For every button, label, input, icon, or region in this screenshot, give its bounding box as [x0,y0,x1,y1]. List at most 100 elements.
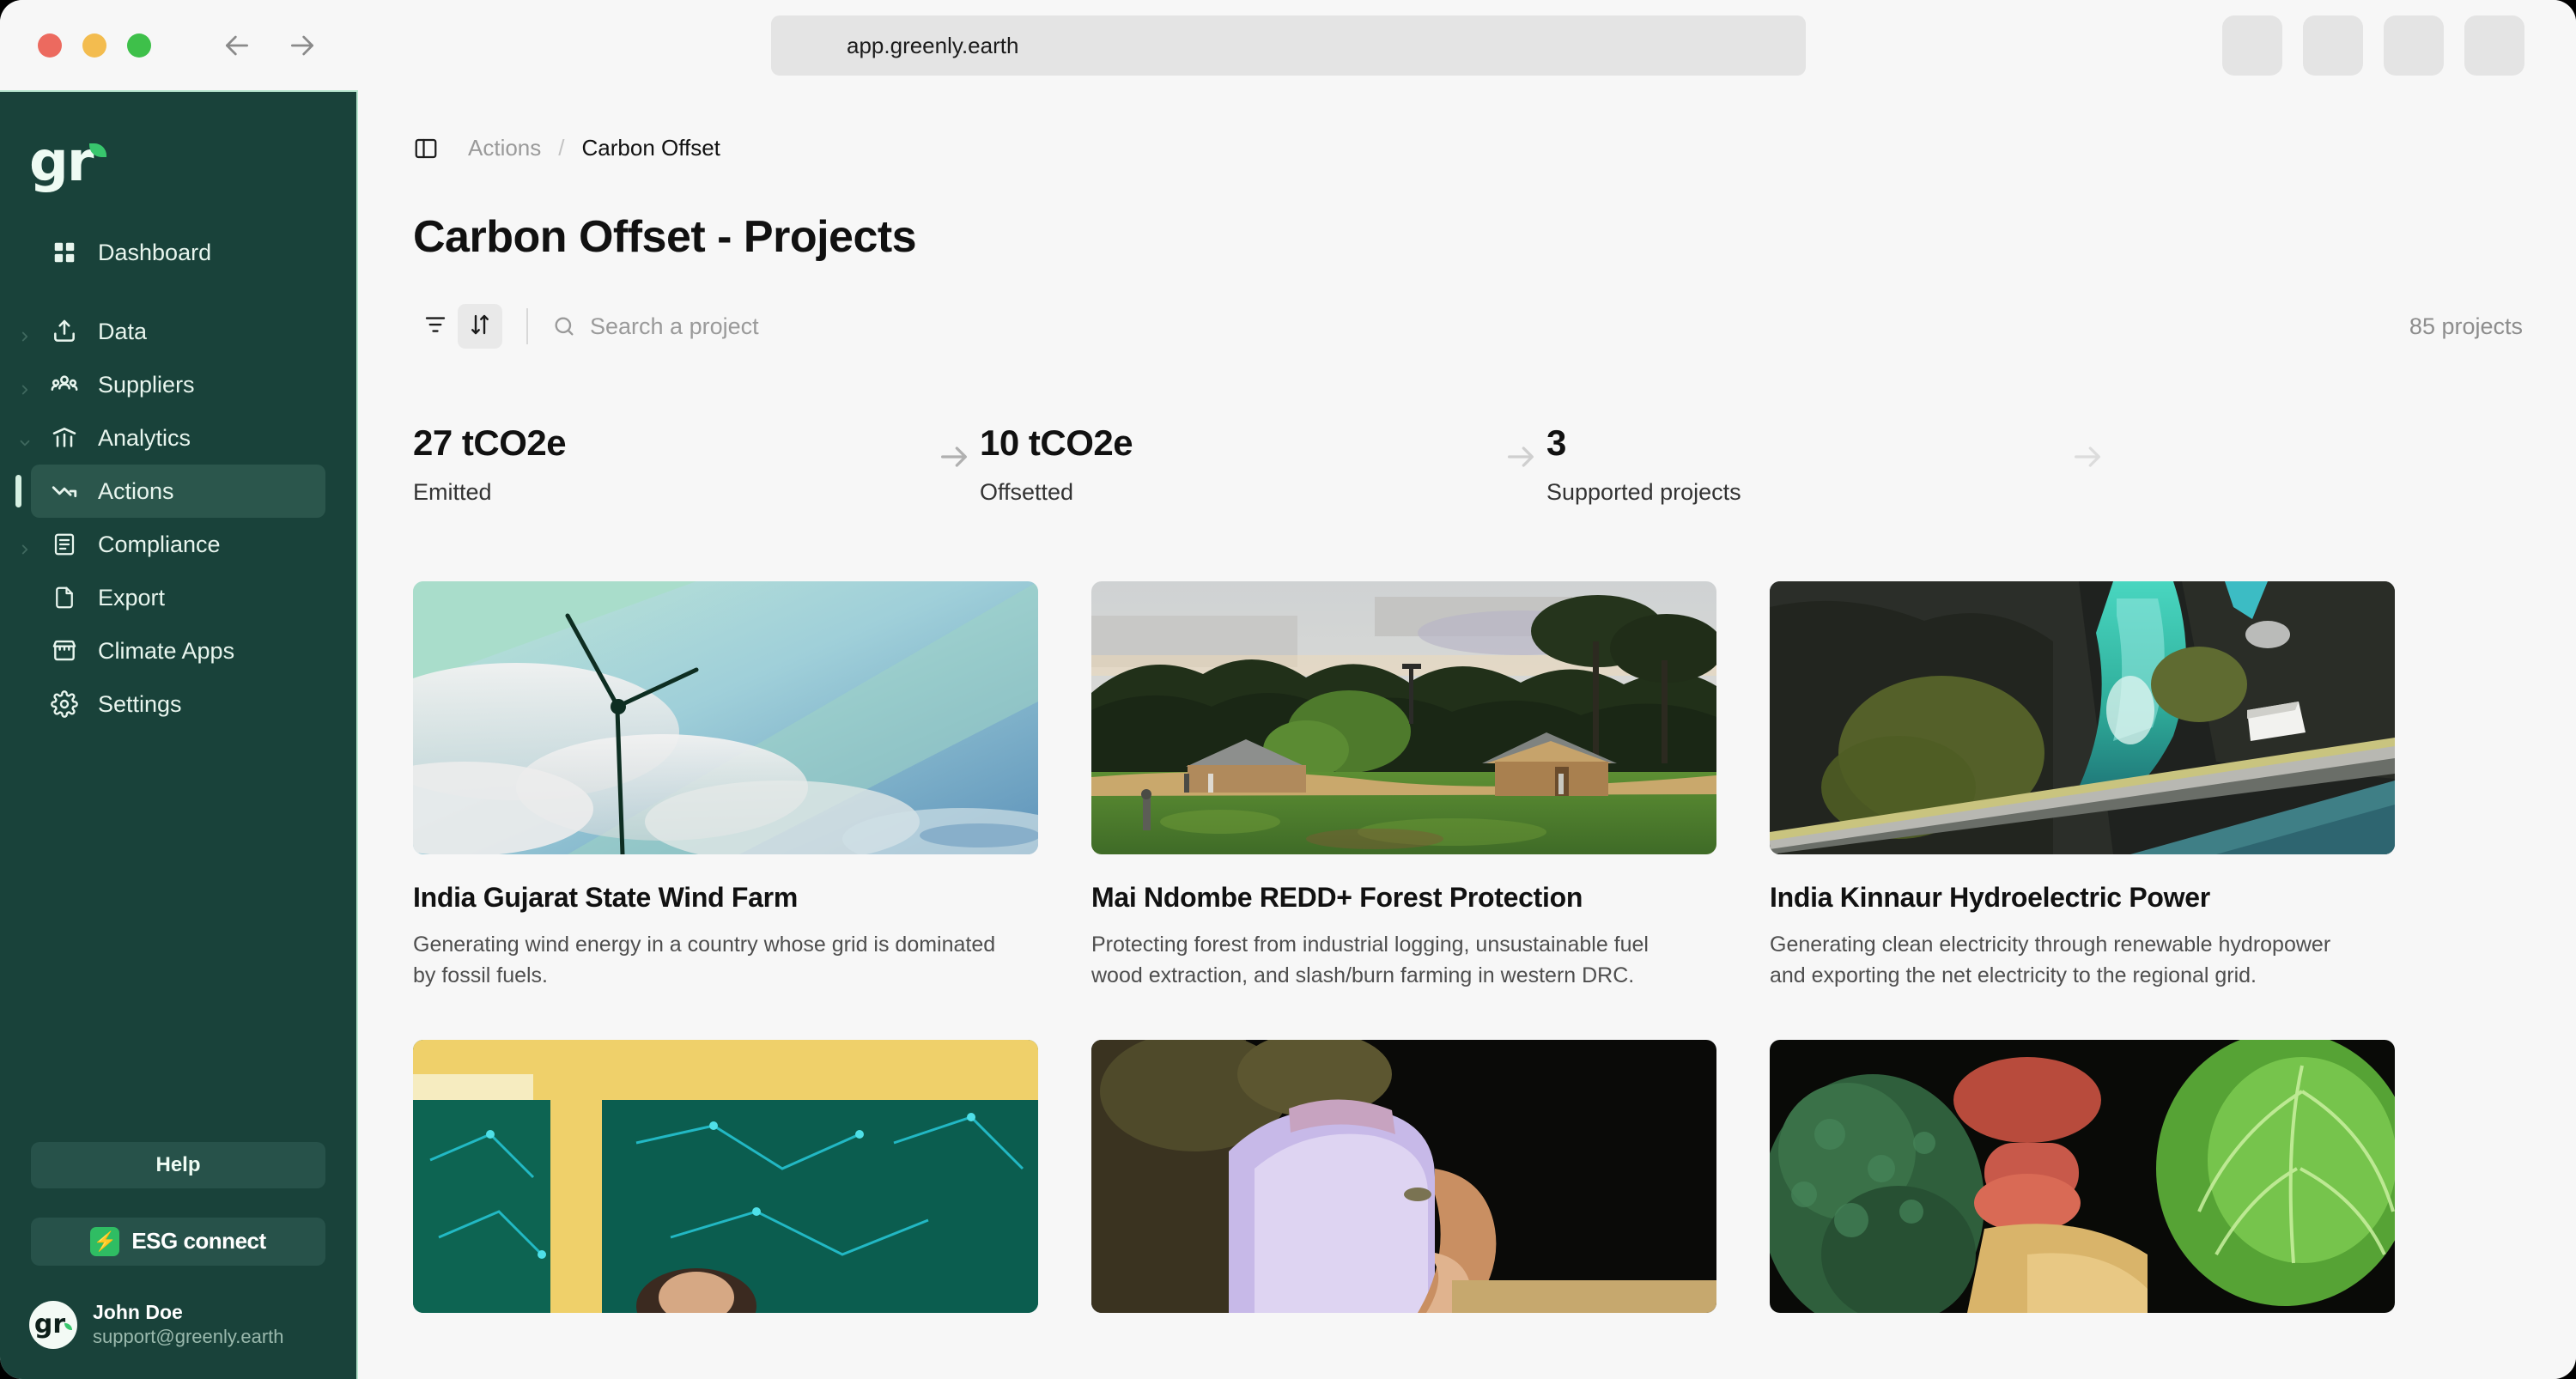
gloved-hand-photo [1091,1039,1716,1313]
arrow-right-icon[interactable] [285,28,319,63]
search-icon [552,314,576,338]
browser-extension-buttons [2222,15,2524,76]
help-button[interactable]: Help [31,1141,325,1188]
browser-nav-arrows [220,28,319,63]
greenly-logo[interactable]: gr [29,135,356,190]
breadcrumb-item-carbon-offset: Carbon Offset [581,135,720,161]
forest-village-photo [1091,581,1716,854]
sidebar-item-dashboard[interactable]: Dashboard [31,226,325,279]
sidebar-item-suppliers[interactable]: Suppliers [21,358,325,411]
main-content: Actions / Carbon Offset Carbon Offset - … [360,90,2576,1379]
wind-turbine-photo [413,581,1038,854]
stat-label: Supported projects [1546,479,1741,505]
arrow-right-icon [1495,440,1546,474]
stat-supported-projects: 3 Supported projects [1546,422,2062,506]
project-description: Generating wind energy in a country whos… [413,932,996,988]
window-traffic-lights [38,33,151,58]
arrow-left-icon[interactable] [220,28,254,63]
project-card[interactable] [413,1039,1038,1340]
sidebar-item-actions[interactable]: Actions [15,465,325,518]
sidebar-item-label: Dashboard [98,239,212,265]
stat-label: Emitted [413,479,492,505]
stat-value: 27 tCO2e [413,422,567,463]
breadcrumb-separator: / [558,135,565,161]
people-icon [50,370,79,399]
gear-icon [50,690,79,719]
project-title: India Kinnaur Hydroelectric Power [1770,882,2210,913]
browser-action-button-2[interactable] [2303,15,2363,76]
browser-action-button-4[interactable] [2464,15,2524,76]
project-card[interactable] [1091,1039,1716,1340]
sort-button[interactable] [458,304,502,349]
esg-connect-button[interactable]: ⚡ ESG connect [31,1217,325,1266]
sidebar-item-label: Analytics [98,424,191,451]
arrow-right-icon [928,440,980,474]
lightning-bolt-icon: ⚡ [90,1226,120,1256]
browser-action-button-1[interactable] [2222,15,2282,76]
browser-action-button-3[interactable] [2384,15,2444,76]
stat-value: 3 [1546,422,1566,463]
logo-text: gr [29,131,94,194]
user-name: John Doe [93,1300,183,1323]
project-card[interactable]: Mai Ndombe REDD+ Forest Protection Prote… [1091,581,1716,992]
project-title: India Gujarat State Wind Farm [413,882,798,913]
sidebar-item-climate-apps[interactable]: Climate Apps [31,624,325,677]
leaf-icon [64,1322,73,1330]
project-card[interactable]: India Kinnaur Hydroelectric Power Genera… [1770,581,2395,992]
chevron-right-icon[interactable] [17,377,33,395]
maximize-window-button[interactable] [127,33,151,58]
sidebar-item-settings[interactable]: Settings [31,677,325,731]
chevron-right-icon[interactable] [17,324,33,342]
browser-chrome: app.greenly.earth [0,0,2576,90]
sidebar-item-compliance[interactable]: Compliance [21,518,325,571]
help-button-label: Help [155,1152,201,1176]
river-hydropower-photo [1770,581,2395,854]
solar-panel-window-photo [413,1039,1038,1313]
address-bar[interactable]: app.greenly.earth [771,15,1806,76]
toolbar-divider [526,308,528,344]
filter-icon [422,312,448,342]
store-icon [50,636,79,665]
panel-left-icon[interactable] [413,136,439,161]
search-input[interactable] [590,313,1105,340]
file-icon [50,583,79,612]
stats-row: 27 tCO2e Emitted 10 tCO2e Offsetted 3 Su… [413,422,2523,506]
project-description: Generating clean electricity through ren… [1770,932,2331,988]
upload-icon [50,317,79,346]
search-box[interactable] [552,313,2409,340]
user-profile[interactable]: gr John Doe support@greenly.earth [29,1300,356,1350]
leaf-icon [89,143,107,157]
sidebar-item-label: Suppliers [98,371,195,398]
address-bar-url: app.greenly.earth [847,32,1019,58]
avatar-text: gr [33,1309,66,1340]
vegetables-photo [1770,1039,2395,1313]
stat-label: Offsetted [980,479,1074,505]
chevron-down-icon[interactable] [17,430,33,447]
bar-chart-icon [50,423,79,453]
minimize-window-button[interactable] [82,33,106,58]
project-count: 85 projects [2409,313,2523,339]
project-card[interactable]: India Gujarat State Wind Farm Generating… [413,581,1038,992]
project-title: Mai Ndombe REDD+ Forest Protection [1091,882,1583,913]
sidebar-item-export[interactable]: Export [31,571,325,624]
sidebar-item-label: Export [98,584,166,611]
user-email: support@greenly.earth [93,1326,284,1348]
filter-button[interactable] [413,304,458,349]
sidebar-item-label: Settings [98,690,182,717]
stat-emitted: 27 tCO2e Emitted [413,422,928,506]
stat-offsetted: 10 tCO2e Offsetted [980,422,1495,506]
breadcrumb-item-actions[interactable]: Actions [468,135,541,161]
project-card[interactable] [1770,1039,2395,1340]
sidebar-item-analytics[interactable]: Analytics [20,411,325,465]
document-lines-icon [50,530,79,559]
breadcrumb: Actions / Carbon Offset [413,135,2576,161]
sidebar-item-label: Climate Apps [98,637,235,664]
stat-value: 10 tCO2e [980,422,1133,463]
sidebar: gr Dashboard Data Suppliers Analytics Ac… [0,90,358,1379]
close-window-button[interactable] [38,33,62,58]
chevron-right-icon[interactable] [17,537,33,555]
sidebar-item-data[interactable]: Data [21,305,325,358]
project-grid: India Gujarat State Wind Farm Generating… [413,581,2576,1340]
browser-window: app.greenly.earth gr Dashboard Data Supp… [0,0,2576,1379]
